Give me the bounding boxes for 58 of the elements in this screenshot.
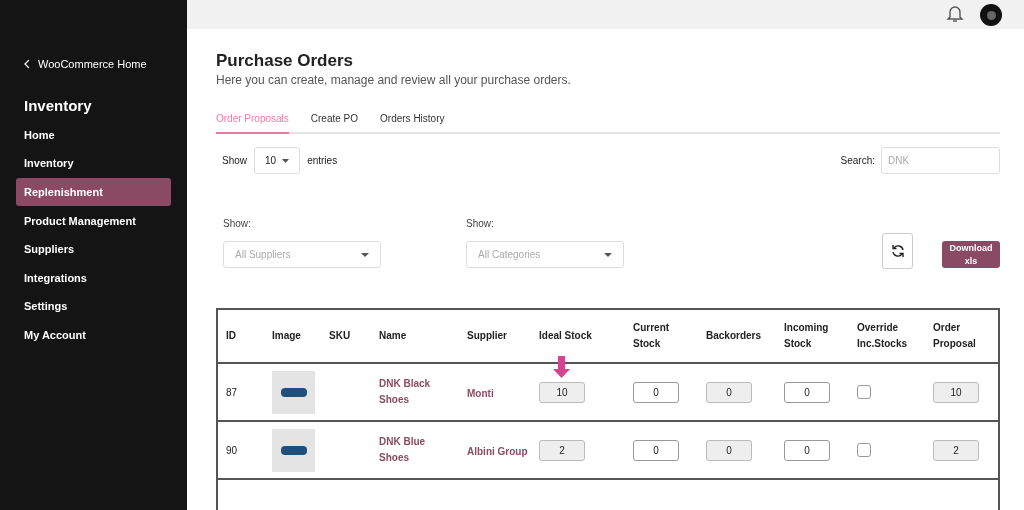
column-header: Ideal Stock xyxy=(539,329,593,343)
caret-icon xyxy=(361,252,369,257)
column-header: SKU xyxy=(329,329,352,343)
backorders-value: 0 xyxy=(706,381,752,403)
refresh-icon xyxy=(890,244,905,258)
column-header: Current Stock xyxy=(633,321,671,351)
download-button[interactable]: Download xls xyxy=(942,241,1000,268)
supplier-link[interactable]: Albini Group xyxy=(467,446,528,457)
tab[interactable]: Create PO xyxy=(310,111,359,134)
table-cell-text: 90 xyxy=(226,443,239,458)
search-label: Search: xyxy=(840,154,875,168)
entries-dropdown[interactable]: 10 xyxy=(254,147,301,174)
column-header: Override Inc.Stocks xyxy=(857,321,909,351)
column-header: Supplier xyxy=(467,329,508,343)
incoming-stock-field[interactable]: 0 xyxy=(784,439,830,461)
sidebar-item[interactable]: Integrations xyxy=(16,263,171,292)
entries-label: entries xyxy=(307,154,338,168)
sidebar-item[interactable]: Suppliers xyxy=(16,235,171,264)
caret-icon xyxy=(604,252,612,257)
incoming-stock-field[interactable]: 0 xyxy=(784,381,830,403)
filter-label: Show: xyxy=(223,217,252,231)
column-header: Backorders xyxy=(706,329,763,343)
sidebar-item[interactable]: Home xyxy=(16,121,171,149)
column-header: Incoming Stock xyxy=(784,321,830,351)
ideal-stock-value: 2 xyxy=(539,439,585,461)
show-label: Show xyxy=(222,154,247,168)
supplier-link[interactable]: Monti xyxy=(467,388,494,399)
page-title: Purchase Orders xyxy=(216,51,354,71)
current-stock-field[interactable]: 0 xyxy=(633,381,679,403)
caret-icon xyxy=(282,158,290,163)
order-proposal-value: 2 xyxy=(933,439,979,461)
ideal-stock-value: 10 xyxy=(539,381,585,403)
override-checkbox[interactable] xyxy=(857,443,871,457)
override-checkbox[interactable] xyxy=(857,385,871,399)
column-header: Name xyxy=(379,329,408,343)
sidebar-item[interactable]: Product Management xyxy=(16,206,171,235)
sidebar-item[interactable]: Settings xyxy=(16,292,171,321)
order-proposal-value: 10 xyxy=(933,381,979,403)
product-link[interactable]: DNK Blue Shoes xyxy=(379,434,457,466)
column-header: Order Proposal xyxy=(933,321,977,351)
column-header: ID xyxy=(226,329,237,343)
sidebar-item[interactable]: My Account xyxy=(16,321,171,350)
sidebar-title: Inventory xyxy=(24,95,93,116)
bell-icon[interactable] xyxy=(946,5,964,24)
current-stock-field[interactable]: 0 xyxy=(633,439,679,461)
filter-label: Show: xyxy=(466,217,495,231)
avatar[interactable] xyxy=(980,3,1002,26)
backorders-value: 0 xyxy=(706,439,752,461)
tab[interactable]: Orders History xyxy=(380,111,445,134)
back-link[interactable]: WooCommerce Home xyxy=(24,56,171,73)
sidebar-item[interactable]: Inventory xyxy=(16,149,171,178)
column-header: Image xyxy=(272,329,302,343)
table-cell-text: 87 xyxy=(226,385,239,400)
chevron-left-icon xyxy=(24,59,30,70)
refresh-button[interactable] xyxy=(882,233,913,269)
page-subtitle: Here you can create, manage and review all your purchase orders. xyxy=(216,72,572,89)
product-link[interactable]: DNK Black Shoes xyxy=(379,376,457,408)
sidebar-item[interactable]: Replenishment xyxy=(16,178,171,207)
